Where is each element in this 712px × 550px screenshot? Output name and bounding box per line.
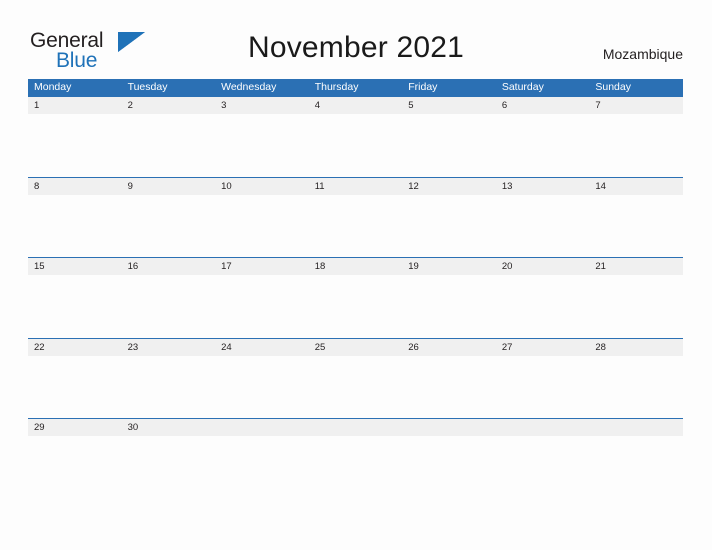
- day-cell[interactable]: 14: [589, 178, 683, 195]
- country-label: Mozambique: [602, 46, 683, 62]
- day-cell[interactable]: 20: [496, 258, 590, 275]
- week-row: 1 2 3 4 5 6 7: [28, 96, 683, 177]
- day-cell[interactable]: 4: [309, 97, 403, 114]
- week-note-area[interactable]: [28, 275, 683, 337]
- day-cell[interactable]: 8: [28, 178, 122, 195]
- week-row: 29 30: [28, 418, 683, 499]
- day-cell[interactable]: 26: [402, 339, 496, 356]
- day-cell[interactable]: 28: [589, 339, 683, 356]
- day-cell[interactable]: 23: [122, 339, 216, 356]
- date-strip: 15 16 17 18 19 20 21: [28, 258, 683, 275]
- weekday-tuesday: Tuesday: [127, 81, 168, 93]
- day-cell[interactable]: 16: [122, 258, 216, 275]
- day-cell[interactable]: 1: [28, 97, 122, 114]
- week-row: 15 16 17 18 19 20 21: [28, 257, 683, 338]
- page-header: General Blue November 2021 Mozambique: [0, 0, 712, 78]
- day-cell[interactable]: 13: [496, 178, 590, 195]
- day-cell[interactable]: 15: [28, 258, 122, 275]
- week-note-area[interactable]: [28, 355, 683, 418]
- day-cell[interactable]: 17: [215, 258, 309, 275]
- day-cell[interactable]: 3: [215, 97, 309, 114]
- date-strip: 8 9 10 11 12 13 14: [28, 177, 683, 195]
- day-cell[interactable]: 6: [496, 97, 590, 114]
- day-cell[interactable]: 7: [589, 97, 683, 114]
- day-cell[interactable]: 19: [402, 258, 496, 275]
- day-cell[interactable]: 22: [28, 339, 122, 356]
- date-strip: 22 23 24 25 26 27 28: [28, 338, 683, 356]
- day-cell[interactable]: 18: [309, 258, 403, 275]
- week-note-area[interactable]: [28, 114, 683, 176]
- day-cell[interactable]: 5: [402, 97, 496, 114]
- date-strip: 1 2 3 4 5 6 7: [28, 97, 683, 114]
- weekday-saturday: Saturday: [501, 81, 544, 93]
- calendar-grid: Monday Tuesday Wednesday Thursday Friday…: [28, 79, 683, 499]
- weekday-thursday: Thursday: [314, 81, 359, 93]
- weekday-sunday: Sunday: [595, 81, 631, 93]
- weekday-friday: Friday: [408, 81, 438, 93]
- day-cell-empty: [308, 419, 403, 436]
- day-cell[interactable]: 25: [309, 339, 403, 356]
- week-note-area[interactable]: [28, 194, 683, 257]
- day-cell[interactable]: 24: [215, 339, 309, 356]
- day-cell[interactable]: 30: [122, 419, 216, 436]
- day-cell[interactable]: 12: [402, 178, 496, 195]
- date-strip: 29 30: [28, 419, 683, 436]
- day-cell[interactable]: 21: [589, 258, 683, 275]
- day-cell-empty: [589, 419, 683, 436]
- weekday-wednesday: Wednesday: [221, 81, 277, 93]
- day-cell-empty: [495, 419, 590, 436]
- day-cell[interactable]: 29: [28, 419, 122, 436]
- week-row: 8 9 10 11 12 13 14: [28, 176, 683, 257]
- day-cell[interactable]: 27: [496, 339, 590, 356]
- weekday-monday: Monday: [34, 81, 72, 93]
- weekday-header-row: Monday Tuesday Wednesday Thursday Friday…: [28, 79, 683, 96]
- day-cell[interactable]: 10: [215, 178, 309, 195]
- week-row: 22 23 24 25 26 27 28: [28, 337, 683, 418]
- day-cell[interactable]: 9: [122, 178, 216, 195]
- day-cell[interactable]: 2: [122, 97, 216, 114]
- week-note-area[interactable]: [28, 436, 683, 498]
- day-cell-empty: [215, 419, 309, 436]
- day-cell[interactable]: 11: [309, 178, 403, 195]
- day-cell-empty: [402, 419, 496, 436]
